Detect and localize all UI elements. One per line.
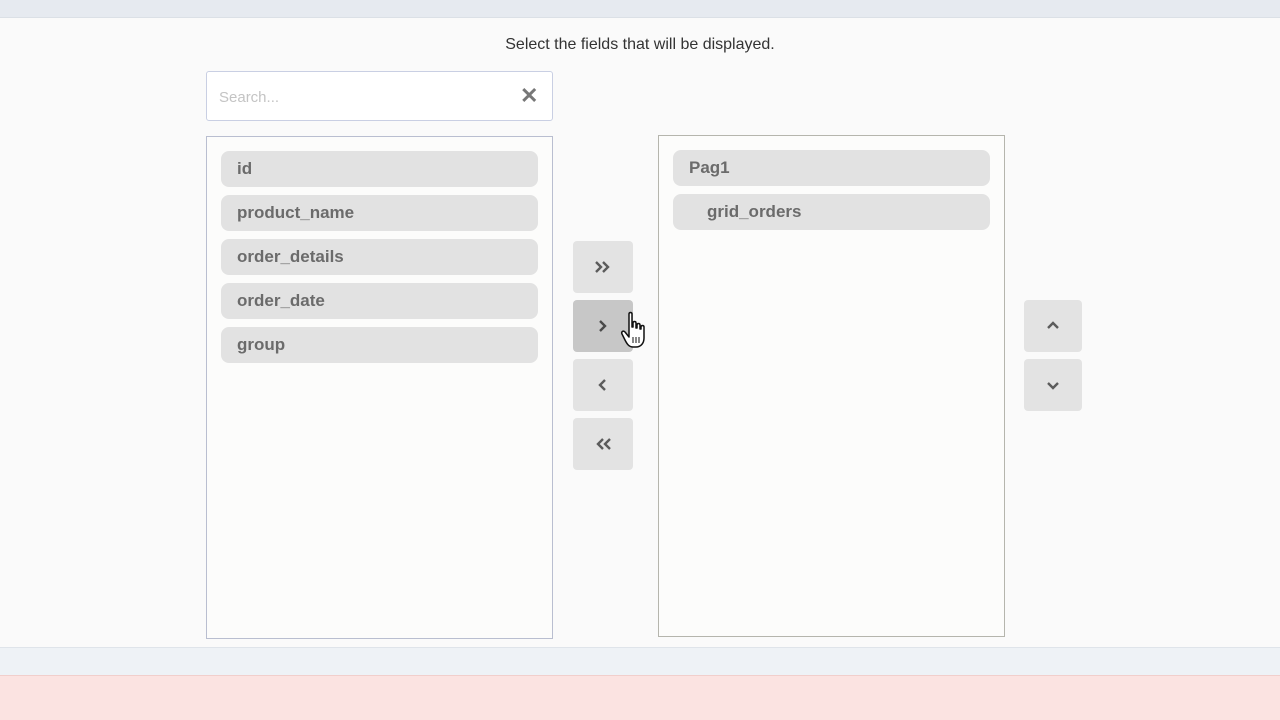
- move-down-button[interactable]: [1024, 359, 1082, 411]
- list-item[interactable]: group: [221, 327, 538, 363]
- list-item[interactable]: product_name: [221, 195, 538, 231]
- search-input[interactable]: [219, 84, 509, 110]
- available-fields-list[interactable]: id product_name order_details order_date…: [206, 136, 553, 639]
- footer-band: [0, 647, 1280, 675]
- chevron-down-icon: [1047, 382, 1059, 390]
- chevron-right-icon: [599, 320, 607, 332]
- footer-alert-band: [0, 675, 1280, 720]
- double-chevron-left-icon: [596, 438, 611, 450]
- move-right-button[interactable]: [573, 300, 633, 352]
- double-chevron-right-icon: [595, 261, 610, 273]
- list-item[interactable]: grid_orders: [673, 194, 990, 230]
- chevron-up-icon: [1047, 321, 1059, 329]
- selected-fields-list[interactable]: Pag1 grid_orders: [658, 135, 1005, 637]
- list-item[interactable]: order_details: [221, 239, 538, 275]
- list-item[interactable]: id: [221, 151, 538, 187]
- move-up-button[interactable]: [1024, 300, 1082, 352]
- search-box: ✕: [206, 71, 553, 121]
- list-item[interactable]: Pag1: [673, 150, 990, 186]
- instruction-text: Select the fields that will be displayed…: [505, 36, 775, 53]
- chevron-left-icon: [598, 379, 606, 391]
- move-left-button[interactable]: [573, 359, 633, 411]
- move-all-right-button[interactable]: [573, 241, 633, 293]
- move-all-left-button[interactable]: [573, 418, 633, 470]
- top-toolbar-strip: [0, 0, 1280, 18]
- close-icon[interactable]: ✕: [520, 85, 538, 107]
- list-item[interactable]: order_date: [221, 283, 538, 319]
